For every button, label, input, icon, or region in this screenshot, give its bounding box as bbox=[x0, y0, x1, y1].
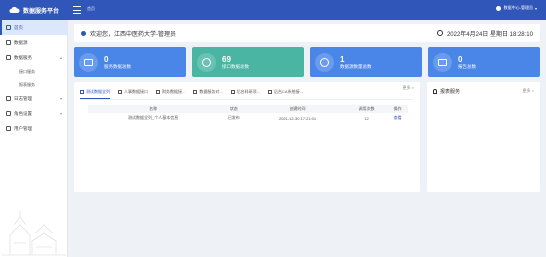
api-icon bbox=[268, 90, 273, 94]
welcome-text: 欢迎您，江西中医药大学-管理员 bbox=[90, 31, 176, 38]
tab-item[interactable]: 人事数据接口 bbox=[118, 89, 148, 98]
cloud-logo-icon bbox=[9, 6, 20, 13]
sidebar-item-label: 数据源 bbox=[14, 39, 28, 45]
user-manage-icon bbox=[6, 126, 11, 131]
sidebar: 首页 数据源 数据服务 ▴ 接口服务 报表服务 日志管理 ▾ 角色设置 ▾ 用户… bbox=[0, 20, 68, 257]
sidebar-item-home[interactable]: 首页 bbox=[0, 20, 67, 35]
sidebar-subitem-report-service[interactable]: 报表服务 bbox=[0, 78, 67, 91]
stat-label: 服务数据总数 bbox=[104, 63, 131, 69]
stat-label: 报告总数 bbox=[458, 63, 476, 69]
tab-label: 后台CA系统接... bbox=[274, 89, 303, 94]
link-icon bbox=[197, 52, 216, 72]
table-row: 测试数据全列_个人基本信息 已发布 2021-12-30 17:21:01 12… bbox=[88, 113, 408, 123]
tab-label: 测试数据全列 bbox=[86, 88, 110, 94]
panel-title-text: 报表服务 bbox=[440, 89, 461, 95]
api-icon bbox=[230, 90, 235, 94]
cell-calls: 12 bbox=[364, 115, 369, 121]
report-icon bbox=[433, 52, 452, 72]
api-table: 名称 状态 创建时间 调用次数 操作 测试数据全列_个人基本信息 已发布 202… bbox=[88, 105, 408, 123]
cell-created: 2021-12-30 17:21:01 bbox=[278, 115, 317, 121]
home-icon bbox=[6, 25, 11, 30]
cell-status: 已发布 bbox=[227, 115, 240, 120]
sidebar-item-roles[interactable]: 角色设置 ▾ bbox=[0, 106, 67, 121]
welcome-bar: 欢迎您，江西中医药大学-管理员 2022年4月24日 星期日 18:28:10 bbox=[74, 24, 540, 42]
sidebar-item-label: 首页 bbox=[14, 24, 23, 30]
user-icon bbox=[81, 30, 86, 36]
sidebar-item-datasource[interactable]: 数据源 bbox=[0, 35, 67, 50]
cell-name: 测试数据全列_个人基本信息 bbox=[128, 115, 179, 120]
sidebar-item-label: 角色设置 bbox=[14, 110, 32, 116]
view-link[interactable]: 查看 bbox=[387, 113, 408, 123]
api-icon bbox=[80, 89, 84, 94]
sidebar-item-label: 日志管理 bbox=[14, 95, 32, 101]
monitor-icon bbox=[79, 52, 98, 72]
bell-icon bbox=[433, 89, 437, 94]
datetime-display: 2022年4月24日 星期日 18:28:10 bbox=[436, 29, 533, 38]
table-header: 名称 状态 创建时间 调用次数 操作 bbox=[88, 105, 408, 113]
tab-label: 数据服务对... bbox=[199, 89, 223, 94]
service-icon bbox=[6, 55, 11, 60]
log-icon bbox=[6, 96, 11, 101]
menu-toggle-icon[interactable] bbox=[73, 6, 81, 14]
stat-label: 数据源数量总数 bbox=[340, 63, 372, 69]
user-icon bbox=[495, 5, 501, 11]
tab-item[interactable]: 后台CA系统接... bbox=[268, 89, 303, 98]
api-icon bbox=[156, 90, 160, 94]
tab-label: 人事数据接口 bbox=[124, 89, 148, 94]
sidebar-item-label: 用户管理 bbox=[14, 125, 32, 131]
stat-card-report[interactable]: 0 报告总数 bbox=[428, 47, 540, 77]
datasource-icon bbox=[6, 40, 11, 45]
panel-title: 报表服务 bbox=[433, 88, 460, 95]
api-icon bbox=[193, 90, 198, 94]
api-tabs: 测试数据全列 人事数据接口 财务数据接... 数据服务对... 后台科研项...… bbox=[80, 88, 414, 100]
sidebar-item-data-service[interactable]: 数据服务 ▴ bbox=[0, 50, 67, 65]
sidebar-subitem-api-service[interactable]: 接口服务 bbox=[0, 65, 67, 78]
api-service-panel: 更多 > 测试数据全列 人事数据接口 财务数据接... 数据服务对... 后台科… bbox=[74, 82, 420, 192]
stat-card-api-data[interactable]: 69 接口数据总数 bbox=[192, 47, 304, 77]
stat-value: 69 bbox=[222, 54, 231, 64]
database-icon bbox=[315, 52, 334, 72]
app-title: 数据服务平台 bbox=[23, 8, 60, 15]
sidebar-item-users[interactable]: 用户管理 bbox=[0, 121, 67, 136]
user-menu[interactable]: 数据中心-管理员 ▾ bbox=[495, 5, 537, 11]
tab-label: 财务数据接... bbox=[162, 89, 186, 94]
tab-item[interactable]: 数据服务对... bbox=[193, 89, 223, 98]
chevron-down-icon: ▾ bbox=[59, 96, 62, 101]
stat-value: 0 bbox=[458, 54, 463, 64]
chevron-up-icon: ▴ bbox=[59, 55, 62, 60]
tab-item[interactable]: 后台科研项... bbox=[230, 89, 261, 98]
more-link[interactable]: 更多 > bbox=[523, 88, 534, 94]
tab-item[interactable]: 财务数据接... bbox=[156, 89, 185, 98]
tab-label: 后台科研项... bbox=[236, 89, 261, 94]
datetime-text: 2022年4月24日 星期日 18:28:10 bbox=[446, 31, 533, 38]
clock-icon bbox=[436, 30, 443, 36]
column-header[interactable]: 创建时间 bbox=[249, 105, 346, 113]
tab-item[interactable]: 测试数据全列 bbox=[80, 89, 110, 99]
role-icon bbox=[6, 111, 11, 116]
top-bar: 数据服务平台 首页 数据中心-管理员 ▾ bbox=[0, 0, 546, 20]
building-illustration bbox=[2, 211, 66, 256]
stat-card-datasource[interactable]: 1 数据源数量总数 bbox=[310, 47, 422, 77]
column-header[interactable]: 名称 bbox=[88, 105, 219, 113]
stat-value: 0 bbox=[104, 54, 109, 64]
tab-home[interactable]: 首页 bbox=[87, 6, 95, 12]
brand[interactable]: 数据服务平台 bbox=[0, 0, 68, 20]
stat-value: 1 bbox=[340, 54, 345, 64]
column-header[interactable]: 操作 bbox=[387, 105, 408, 113]
report-service-panel: 报表服务 更多 > bbox=[427, 82, 540, 192]
chevron-down-icon: ▾ bbox=[59, 111, 62, 116]
stat-label: 接口数据总数 bbox=[222, 63, 249, 69]
sidebar-item-label: 数据服务 bbox=[14, 54, 32, 60]
api-icon bbox=[118, 90, 122, 94]
sidebar-item-log[interactable]: 日志管理 ▾ bbox=[0, 91, 67, 106]
stat-card-service-data[interactable]: 0 服务数据总数 bbox=[74, 47, 186, 77]
chevron-down-icon: ▾ bbox=[534, 5, 537, 11]
user-name: 数据中心-管理员 bbox=[503, 5, 533, 10]
column-header[interactable]: 状态 bbox=[218, 105, 250, 113]
column-header[interactable]: 调用次数 bbox=[345, 105, 388, 113]
